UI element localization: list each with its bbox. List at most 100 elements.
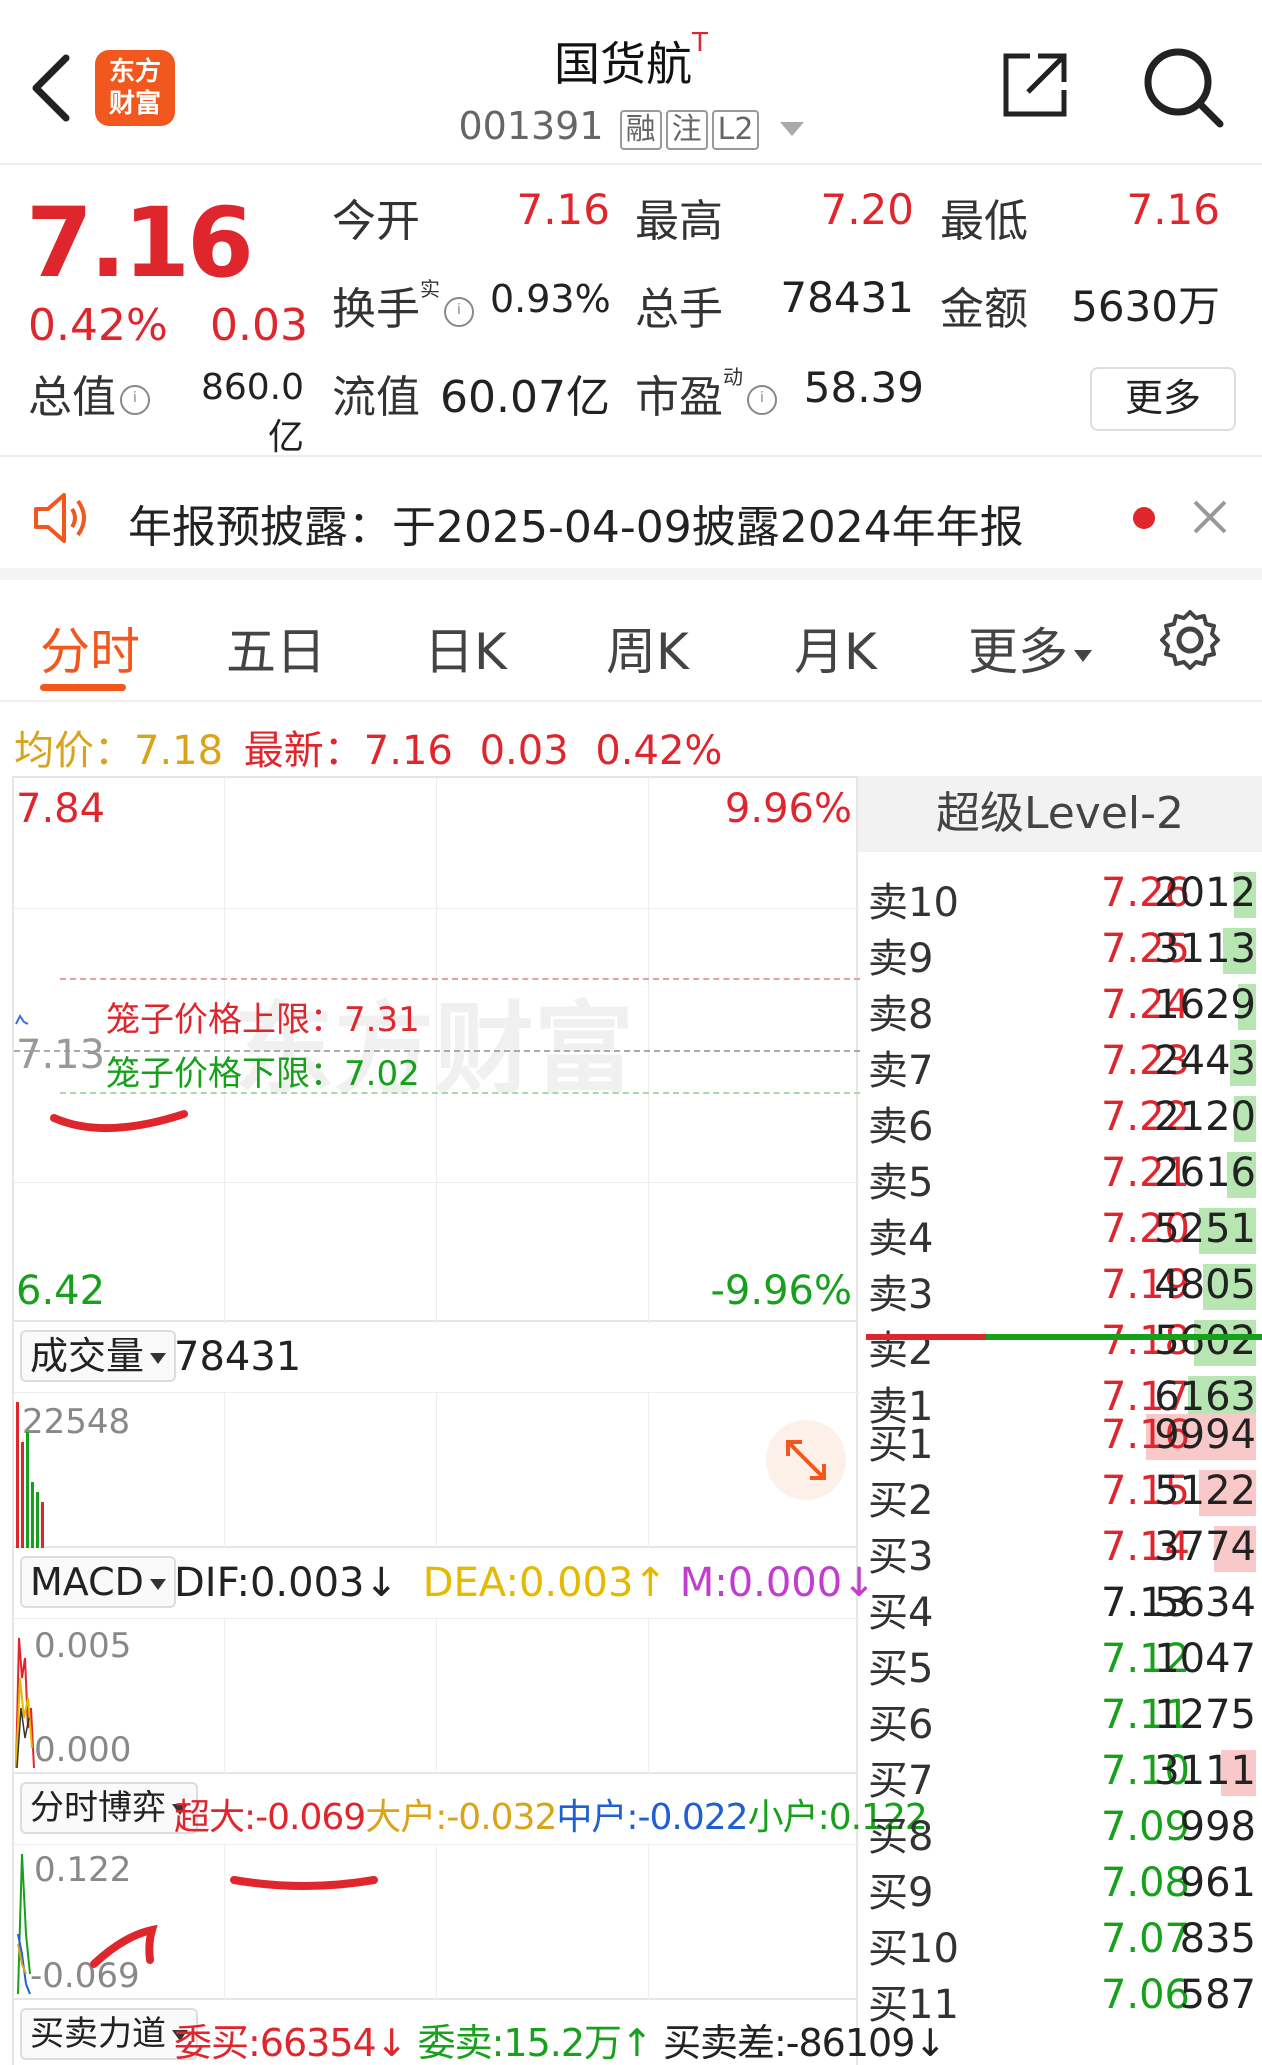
level-volume: 1629 (1154, 982, 1256, 1028)
level-label: 买2 (868, 1478, 934, 1524)
expand-icon (786, 1440, 826, 1480)
low-label: 最低 (940, 196, 1028, 247)
order-book-title[interactable]: 超级Level-2 (858, 776, 1262, 852)
level-volume: 4805 (1154, 1262, 1256, 1308)
period-tabs: 分时 五日 日K 周K 月K 更多 (0, 580, 1262, 702)
float-value: 60.07亿 (440, 372, 610, 423)
level-volume: 587 (1179, 1972, 1256, 2018)
volume-indicator-select[interactable]: 成交量 (20, 1330, 177, 1382)
bid-total: 委买:66354 (174, 2021, 377, 2065)
volume-panel: 成交量 78431 22548 (12, 1322, 860, 1548)
down-arrow-icon: ↓ (375, 2021, 408, 2065)
tab-daily-k[interactable]: 日K (424, 612, 507, 684)
level-label: 买1 (868, 1422, 934, 1468)
chevron-down-icon[interactable] (779, 121, 804, 136)
search-icon[interactable] (1140, 44, 1224, 128)
level-price: 7.09 (1100, 1804, 1190, 1850)
avg-label: 均价： (14, 728, 134, 774)
bid-row[interactable]: 买2 7.15 5122 (858, 1464, 1262, 1524)
bid-row[interactable]: 买6 7.11 1275 (858, 1688, 1262, 1748)
ask-row[interactable]: 卖8 7.24 1629 (858, 978, 1262, 1038)
bid-row[interactable]: 买8 7.09 998 (858, 1800, 1262, 1860)
ask-row[interactable]: 卖6 7.22 2120 (858, 1090, 1262, 1150)
quote-panel: 7.16 0.42% 0.03 今开 7.16 最高 7.20 最低 7.16 … (0, 165, 1262, 458)
tab-intraday[interactable]: 分时 (40, 612, 140, 684)
ask-total: 委卖:15.2万 (417, 2021, 622, 2065)
pe-sup: 动 (723, 365, 743, 389)
bid-row[interactable]: 买1 7.16 9994 (858, 1408, 1262, 1468)
info-icon[interactable]: i (747, 385, 777, 415)
change-amount: 0.03 (210, 300, 308, 351)
macd-indicator-select[interactable]: MACD (20, 1556, 176, 1608)
low-value: 7.16 (1126, 185, 1220, 234)
ask-row[interactable]: 卖9 7.25 3113 (858, 922, 1262, 982)
price-line-overlay (15, 1014, 188, 1132)
more-quote-button[interactable]: 更多 (1090, 367, 1236, 431)
bid-row[interactable]: 买5 7.12 1047 (858, 1632, 1262, 1692)
game-lines (17, 1853, 378, 1995)
amount-value: 5630万 (1071, 282, 1220, 331)
high-value: 7.20 (820, 185, 914, 234)
mktcap-value: 860.0亿 (200, 367, 304, 458)
level-label: 买5 (868, 1646, 934, 1692)
info-icon[interactable]: i (120, 385, 150, 415)
unread-dot (1133, 507, 1155, 529)
close-icon[interactable] (1192, 499, 1228, 535)
bid-row[interactable]: 买7 7.10 3111 (858, 1744, 1262, 1804)
ask-row[interactable]: 卖2 7.18 5602 (858, 1314, 1262, 1374)
tab-weekly-k[interactable]: 周K (606, 612, 689, 684)
volume-bars (16, 1402, 44, 1548)
price-legend: 均价：7.18 最新：7.16 0.03 0.42% (14, 718, 722, 776)
grid-line (14, 1618, 860, 1619)
ask-row[interactable]: 卖10 7.26 2012 (858, 866, 1262, 926)
mktcap-label[interactable]: 总值 i (28, 361, 154, 425)
open-label: 今开 (332, 196, 420, 247)
ask-row[interactable]: 卖5 7.21 2616 (858, 1146, 1262, 1206)
bid-row[interactable]: 买3 7.14 3774 (858, 1520, 1262, 1580)
notice-bar[interactable]: 年报预披露：于2025-04-09披露2024年年报 (0, 457, 1262, 580)
macd-panel: MACD DIF:0.003↓ DEA:0.003↑ M:0.000↓ 0.00… (12, 1548, 876, 1774)
bid-row[interactable]: 买9 7.08 961 (858, 1856, 1262, 1916)
latest-value: 7.16 (363, 728, 453, 774)
order-book: 超级Level-2 卖10 7.26 2012 卖9 7.25 3113 卖8 7.24 162… (858, 776, 1262, 2065)
divider-red (866, 1334, 986, 1340)
force-indicator-select[interactable]: 买卖力道 (20, 2008, 198, 2060)
active-tab-indicator (40, 684, 126, 691)
info-icon[interactable]: i (444, 297, 474, 327)
tab-more[interactable]: 更多 (968, 612, 1092, 684)
ask-bid-divider (866, 1334, 1262, 1340)
tab-monthly-k[interactable]: 月K (794, 612, 877, 684)
turnover-label[interactable]: 换手实i (332, 273, 478, 337)
notice-text: 年报预披露：于2025-04-09披露2024年年报 (128, 502, 1024, 553)
tab-five-day[interactable]: 五日 (226, 612, 326, 684)
bid-row[interactable]: 买11 7.06 587 (858, 1968, 1262, 2028)
level-volume: 5634 (1154, 1580, 1256, 1626)
up-arrow-icon: ↑ (633, 1560, 667, 1606)
expand-chart-button[interactable] (766, 1420, 846, 1500)
level-label: 卖7 (868, 1048, 934, 1094)
grid-line (436, 1618, 437, 1774)
level-price: 7.06 (1100, 1972, 1190, 2018)
bid-row[interactable]: 买4 7.13 5634 (858, 1576, 1262, 1636)
top-bar: 东方 财富 国货航T 001391 融注 L2 (0, 0, 1262, 165)
bid-row[interactable]: 买10 7.07 835 (858, 1912, 1262, 1972)
game-indicator-select[interactable]: 分时博弈 (20, 1782, 198, 1834)
grid-line (14, 1392, 860, 1393)
ask-row[interactable]: 卖3 7.19 4805 (858, 1258, 1262, 1318)
game-selector-label: 分时博弈 (30, 1788, 166, 1828)
pe-label[interactable]: 市盈动i (635, 361, 781, 425)
registration-tag: 注 (665, 110, 708, 150)
level-label: 买8 (868, 1814, 934, 1860)
level-volume: 998 (1179, 1804, 1256, 1850)
intraday-price-chart[interactable]: 东方财富 7.84 9.96% 7.13 笼子价格上限：7.31 笼子价格下限：… (12, 776, 860, 1324)
level-volume: 2012 (1154, 870, 1256, 916)
t-plus-badge: T (692, 28, 708, 58)
stock-code-line[interactable]: 001391 融注 L2 (0, 104, 1262, 150)
ask-row[interactable]: 卖4 7.20 5251 (858, 1202, 1262, 1262)
level2-tag: L2 (711, 110, 760, 150)
gear-icon[interactable] (1158, 608, 1222, 672)
share-icon[interactable] (1000, 50, 1070, 120)
level-price: 7.07 (1100, 1916, 1190, 1962)
super-flow: 超大:-0.069 (174, 1797, 366, 1838)
ask-row[interactable]: 卖7 7.23 2443 (858, 1034, 1262, 1094)
